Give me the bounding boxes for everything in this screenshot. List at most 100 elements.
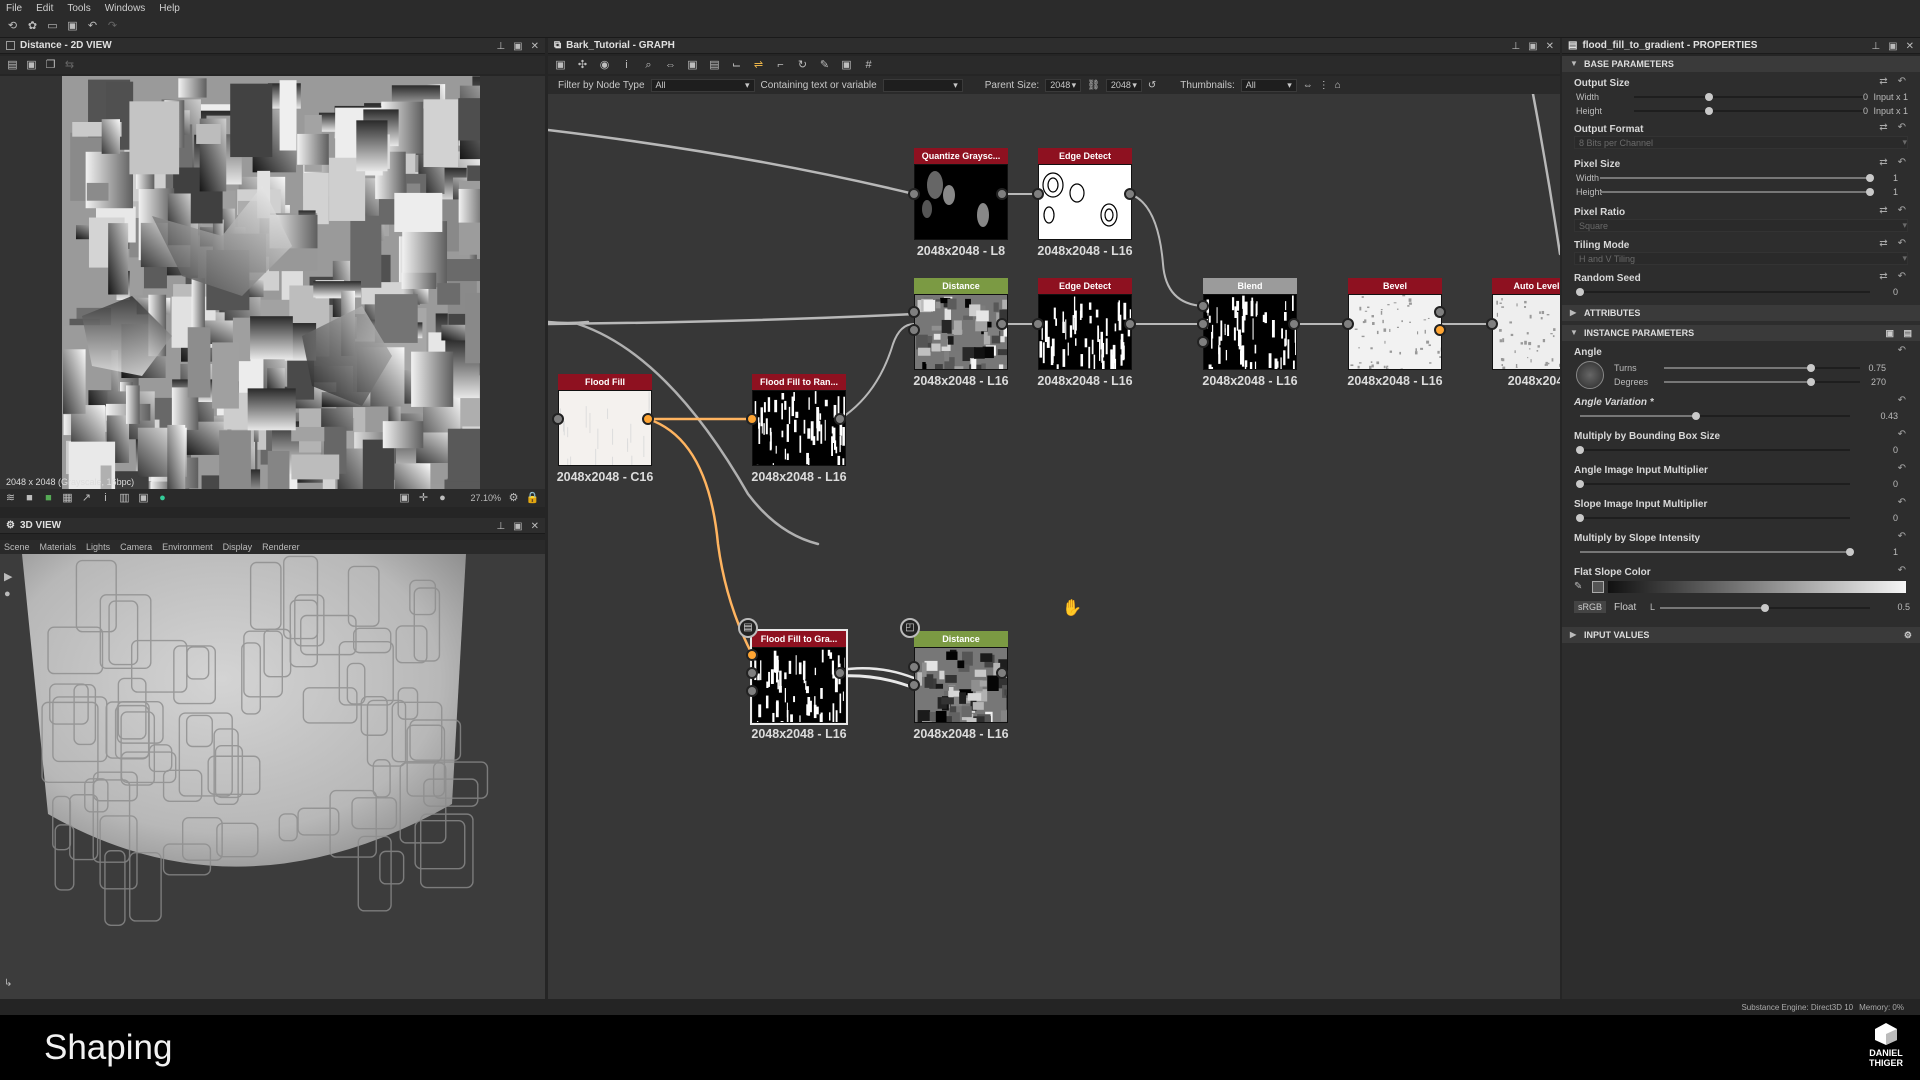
input-port[interactable] [552,413,564,425]
frame-all-icon[interactable]: ▣ [554,59,567,72]
graph-options-icon[interactable]: ⌂ [1335,80,1341,91]
reset-icon[interactable]: ↶ [1898,395,1906,406]
reset-icon[interactable]: ↶ [1898,157,1906,168]
input-port[interactable] [908,324,920,336]
node-flood-fill-to-random[interactable]: Flood Fill to Ran... 2048x2048 - L16 [751,374,847,484]
input-port[interactable] [1032,318,1044,330]
align-icon[interactable]: ✣ [576,59,589,72]
zoom-icon[interactable]: ● [436,492,449,505]
node-flood-fill[interactable]: Flood Fill 2048x2048 - C16 [557,374,653,484]
reset-icon[interactable]: ↶ [1898,271,1906,282]
light-icon[interactable]: ● [4,588,11,600]
settings-icon[interactable]: ⚙ [507,492,520,505]
color-sphere-icon[interactable]: ● [156,492,169,505]
tab-scene[interactable]: Scene [4,542,30,552]
angle-degrees-slider[interactable]: Degrees 270 [1562,375,1908,389]
menu-dots-icon[interactable]: ⋮ [1319,80,1329,91]
new-package-icon[interactable]: ✿ [26,20,39,33]
close-icon[interactable]: ✕ [531,41,539,52]
tab-display[interactable]: Display [223,542,253,552]
input-port-active[interactable] [746,413,758,425]
menu-windows[interactable]: Windows [105,3,146,14]
reset-icon[interactable]: ↶ [1898,238,1906,249]
angle-image-mult-slider[interactable]: 0 [1574,477,1920,491]
node-edge-detect-2[interactable]: Edge Detect 2048x2048 - L16 [1037,278,1133,388]
node-distance-2[interactable]: Distance 2048x2048 - L16 [913,631,1009,741]
input-port[interactable] [746,685,758,697]
input-port[interactable] [908,679,920,691]
close-icon[interactable]: ✕ [1906,41,1914,52]
node-bevel[interactable]: Bevel 2048x2048 - L16 [1347,278,1443,388]
menu-help[interactable]: Help [159,3,180,14]
link-icon[interactable]: ⇄ [1879,76,1887,87]
info-icon[interactable]: i [99,492,112,505]
node-blend[interactable]: Blend 2048x2048 - L16 [1202,278,1298,388]
export-icon[interactable]: ▤ [1903,328,1912,339]
reset-icon[interactable]: ↶ [1898,122,1906,133]
camera-icon[interactable]: ▶ [4,570,12,583]
3d-viewport[interactable]: ▶ ● ↳ [0,554,545,999]
eyedropper-icon[interactable]: ✎ [1574,581,1582,592]
output-port[interactable] [1288,318,1300,330]
section-input-values[interactable]: ▶ INPUT VALUES ⚙ [1562,627,1920,643]
link-size-icon[interactable]: ⛓ [1087,80,1100,91]
reset-icon[interactable]: ↶ [1898,205,1906,216]
grid-icon[interactable]: # [862,59,875,72]
refresh-icon[interactable]: ↻ [796,59,809,72]
output-port[interactable] [996,188,1008,200]
pin-icon[interactable]: ⊥ [496,521,505,532]
float-icon[interactable]: ▣ [1888,41,1897,52]
channel-icon[interactable]: ■ [23,492,36,505]
uv-icon[interactable]: ⇆ [63,59,76,72]
input-port[interactable] [746,667,758,679]
menu-file[interactable]: File [6,3,22,14]
frame-icon[interactable]: ▣ [686,59,699,72]
pin-icon[interactable]: ⊥ [496,41,505,52]
section-instance-parameters[interactable]: ▼ INSTANCE PARAMETERS ▣ ▤ [1562,325,1920,341]
output-badge-icon[interactable]: ◰ [900,618,920,638]
output-width-slider[interactable]: Width 0 Input x 1 [1574,90,1920,104]
node-auto-levels[interactable]: Auto Levels 2048x2048 [1492,278,1560,388]
pixel-width-slider[interactable]: Width 1 [1574,171,1920,185]
angle-variation-slider[interactable]: 0.43 [1574,409,1920,423]
float-icon[interactable]: ▣ [1528,41,1537,52]
input-port[interactable] [908,306,920,318]
multiply-bbox-slider[interactable]: 0 [1574,443,1920,457]
link-icon[interactable]: ⇄ [1879,205,1887,216]
comment-icon[interactable]: i [620,59,633,72]
connect-icon[interactable]: ⌐ [774,59,787,72]
node-flood-fill-to-gradient-selected[interactable]: Flood Fill to Gra... 2048x2048 - L16 [750,629,848,741]
menu-tools[interactable]: Tools [67,3,90,14]
parent-width-dropdown[interactable]: 2048 ▾ [1045,78,1082,92]
tiling-icon[interactable]: ▦ [61,492,74,505]
input-port[interactable] [1032,188,1044,200]
reset-icon[interactable]: ↶ [1898,76,1906,87]
image-icon[interactable]: ▣ [137,492,150,505]
save-image-icon[interactable]: ▣ [25,59,38,72]
input-port[interactable] [1342,318,1354,330]
thumbnails-dropdown[interactable]: All ▾ [1240,78,1297,92]
histogram-icon[interactable]: ▥ [118,492,131,505]
random-seed-slider[interactable]: 0 [1574,285,1920,299]
copy-icon[interactable]: ❐ [44,59,57,72]
search-icon[interactable]: ⌕ [642,59,655,72]
section-base-parameters[interactable]: ▼ BASE PARAMETERS [1562,56,1920,72]
link-icon[interactable]: ⇄ [1879,238,1887,249]
input-port[interactable] [908,188,920,200]
reset-icon[interactable]: ↶ [1898,497,1906,508]
green-channel-icon[interactable]: ■ [42,492,55,505]
section-attributes[interactable]: ▶ ATTRIBUTES [1562,305,1920,321]
save-icon[interactable]: ▣ [66,20,79,33]
srgb-button[interactable]: sRGB [1574,601,1607,613]
graph-canvas[interactable]: Quantize Graysc... 2048x2048 - L8 Edge D… [548,94,1560,999]
color-swatch[interactable] [1592,581,1604,593]
output-port[interactable] [1124,188,1136,200]
output-port[interactable] [1124,318,1136,330]
center-icon[interactable]: ✛ [417,492,430,505]
pin-icon[interactable]: ⊥ [1511,41,1520,52]
layers-icon[interactable]: ≋ [4,492,17,505]
reset-icon[interactable]: ↶ [1898,565,1906,576]
angle-turns-slider[interactable]: Turns 0.75 [1562,361,1908,375]
screenshot-icon[interactable]: ◉ [598,59,611,72]
tab-renderer[interactable]: Renderer [262,542,300,552]
